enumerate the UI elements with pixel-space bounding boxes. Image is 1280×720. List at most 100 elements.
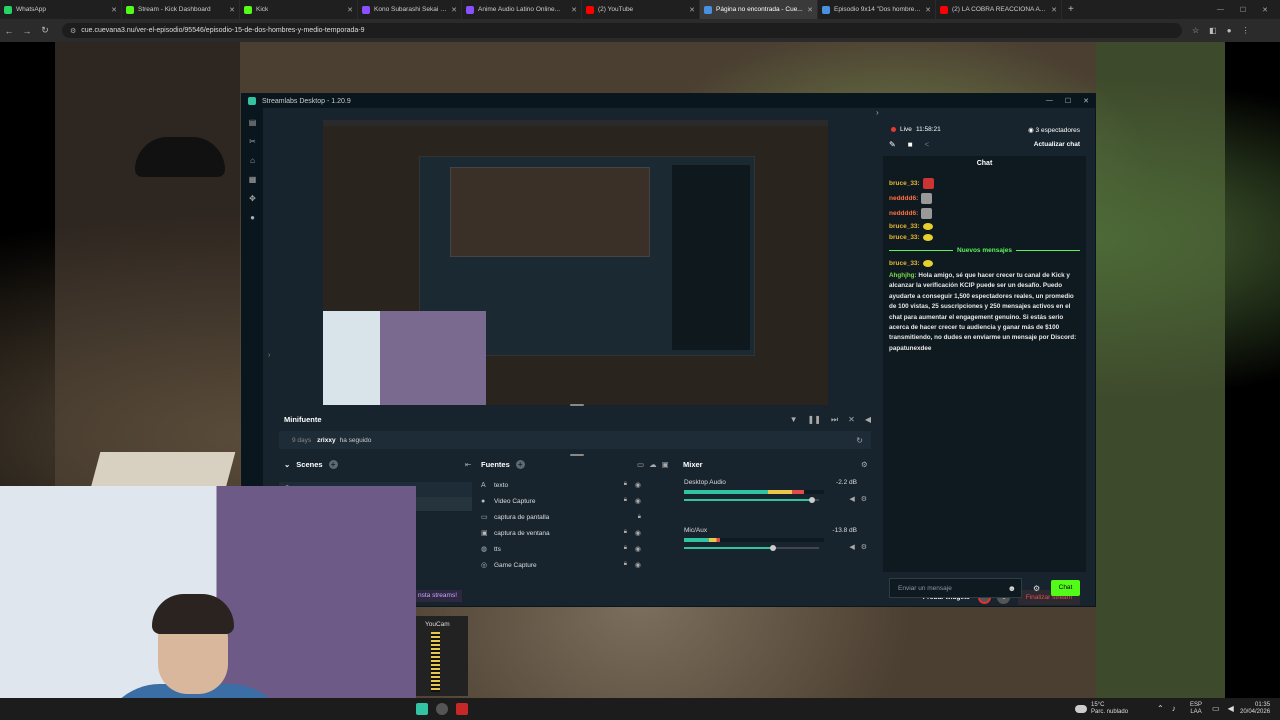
source-item[interactable]: ◍ tts 🔒︎ ◉ [475,541,661,557]
source-item[interactable]: ▭ captura de pantalla 🔒︎ [475,509,661,525]
browser-tab[interactable]: (2) YouTube ✕ [582,0,700,19]
popout-icon[interactable]: ■ [908,140,913,149]
browser-tab[interactable]: Episodio 9x14 "Dos hombres... ✕ [818,0,936,19]
visibility-icon[interactable]: ◉ [635,561,641,569]
skip-icon[interactable]: ⏭ [831,415,838,425]
lock-icon[interactable]: 🔒︎ [624,529,627,537]
visibility-icon[interactable]: ◉ [635,545,641,553]
browser-tab[interactable]: (2) LA COBRA REACCIONA A L... ✕ [936,0,1062,19]
lock-icon[interactable]: 🔒︎ [624,561,627,569]
speaker-icon[interactable]: ◀ [849,495,854,503]
forward-arrow-icon[interactable]: → [18,26,36,36]
filter-icon[interactable]: ▼ [790,415,798,425]
chevron-down-icon[interactable]: ⌄ [284,460,290,469]
tab-close-icon[interactable]: ✕ [225,6,235,14]
apps-icon[interactable]: ✥ [242,194,263,203]
repeat-alert-icon[interactable]: ↻ [856,436,863,445]
visibility-icon[interactable]: ◉ [635,497,641,505]
chat-username[interactable]: bruce_33: [889,234,920,241]
browser-tab[interactable]: WhatsApp ✕ [0,0,122,19]
volume-slider-knob[interactable] [809,497,816,503]
browser-tab[interactable]: Página no encontrada - Cue... ✕ [700,0,818,19]
lock-icon[interactable]: 🔒︎ [624,497,627,505]
maximize-icon[interactable]: ☐ [1065,97,1071,105]
network-icon[interactable]: ▭ [1212,704,1220,713]
collapse-panel-icon[interactable]: ⇤ [465,460,471,469]
visibility-icon[interactable]: ◉ [635,481,641,489]
chevron-up-icon[interactable]: ⌃ [1157,704,1164,713]
youcam-widget[interactable]: YouCam [416,616,468,696]
chat-settings-icon[interactable]: ⚙ [1033,584,1040,593]
chat-username[interactable]: nedddd6: [889,195,918,202]
bookmark-star-icon[interactable]: ☆ [1192,26,1199,35]
add-scene-button[interactable]: + [328,460,338,469]
source-item[interactable]: ● Video Capture 🔒︎ ◉ [475,493,661,509]
close-icon[interactable]: ✕ [1262,6,1268,14]
settings-icon[interactable]: ● [242,213,263,222]
chat-username[interactable]: bruce_33: [889,180,920,187]
volume-icon[interactable]: ◀ [865,415,871,425]
weather-widget[interactable]: 15°C Parc. nublado [1075,702,1128,716]
tab-close-icon[interactable]: ✕ [447,6,457,14]
profile-avatar[interactable]: ● [1227,26,1232,35]
speaker-icon[interactable]: ◀ [1228,704,1234,713]
mute-alerts-icon[interactable]: ✕ [848,415,855,425]
add-source-button[interactable]: + [515,460,525,469]
settings-icon[interactable]: ☁ [649,460,657,469]
menu-kebab-icon[interactable]: ⋮ [1242,26,1250,35]
youcam-taskbar-icon[interactable] [456,703,468,715]
reload-icon[interactable]: ↻ [36,25,54,36]
source-item[interactable]: ◎ Game Capture 🔒︎ ◉ [475,557,661,573]
source-item[interactable]: Atexto 🔒︎ ◉ [475,477,661,493]
lock-icon[interactable]: 🔒︎ [624,545,627,553]
chrome-taskbar-icon[interactable] [436,703,448,715]
new-tab-button[interactable]: + [1062,4,1080,15]
chat-message-input[interactable]: Enviar un mensaje ☻ [889,578,1022,598]
settings-icon[interactable]: ⚙ [861,543,867,551]
mixer-settings-icon[interactable]: ⚙ [861,460,868,469]
resize-handle[interactable] [570,404,584,406]
streamlabs-taskbar-icon[interactable] [416,703,428,715]
delete-icon[interactable]: ▣ [662,460,669,469]
refresh-chat-button[interactable]: Actualizar chat [1034,141,1080,148]
tab-close-icon[interactable]: ✕ [685,6,695,14]
promo-banner[interactable]: nsta streams! [416,590,462,602]
tab-close-icon[interactable]: ✕ [1047,6,1057,14]
browser-tab[interactable]: Anime Audio Latino Online... ✕ [462,0,582,19]
visibility-icon[interactable]: ◉ [635,529,641,537]
emoji-icon[interactable]: ☻ [1008,584,1016,593]
chat-username[interactable]: bruce_33: [889,260,920,267]
lock-icon[interactable]: 🔒︎ [638,514,641,521]
language-indicator[interactable]: ESP LAA [1190,702,1202,716]
maximize-icon[interactable]: ☐ [1240,6,1246,14]
site-info-icon[interactable]: ⚙ [70,27,76,35]
chat-messages[interactable]: bruce_33: nedddd6: nedddd6: bruce_33: bruce_… [883,172,1086,572]
back-arrow-icon[interactable]: ← [0,26,18,36]
store-icon[interactable]: ⌂ [242,156,263,165]
folder-icon[interactable]: ▭ [637,460,644,469]
volume-slider[interactable] [684,497,819,503]
lock-icon[interactable]: 🔒︎ [624,481,627,489]
layout-icon[interactable]: ▦ [242,175,263,184]
browser-tab[interactable]: Kick ✕ [240,0,358,19]
url-input[interactable]: ⚙ cue.cuevana3.nu/ver-el-episodio/95546/… [62,23,1182,38]
microphone-icon[interactable]: ♪ [1172,704,1176,713]
share-icon[interactable]: < [925,140,930,149]
send-chat-button[interactable]: Chat [1051,580,1080,596]
collapse-left-arrow-icon[interactable]: › [268,352,270,359]
stream-preview[interactable] [323,120,828,405]
chat-username[interactable]: nedddd6: [889,210,918,217]
tab-close-icon[interactable]: ✕ [803,6,813,14]
tab-close-icon[interactable]: ✕ [107,6,117,14]
tab-close-icon[interactable]: ✕ [921,6,931,14]
browser-tab[interactable]: Kono Subarashi Sekai ni... ✕ [358,0,462,19]
browser-tab[interactable]: Stream - Kick Dashboard ✕ [122,0,240,19]
editor-icon[interactable]: ▤ [242,118,263,127]
clock[interactable]: 01:35 20/04/2026 [1240,702,1270,716]
pause-icon[interactable]: ❚❚ [808,415,821,425]
settings-icon[interactable]: ⚙ [861,495,867,503]
expand-chat-arrow-icon[interactable]: › [876,108,879,117]
resize-handle[interactable] [570,454,584,456]
minimize-icon[interactable]: — [1217,6,1224,14]
tab-close-icon[interactable]: ✕ [343,6,353,14]
